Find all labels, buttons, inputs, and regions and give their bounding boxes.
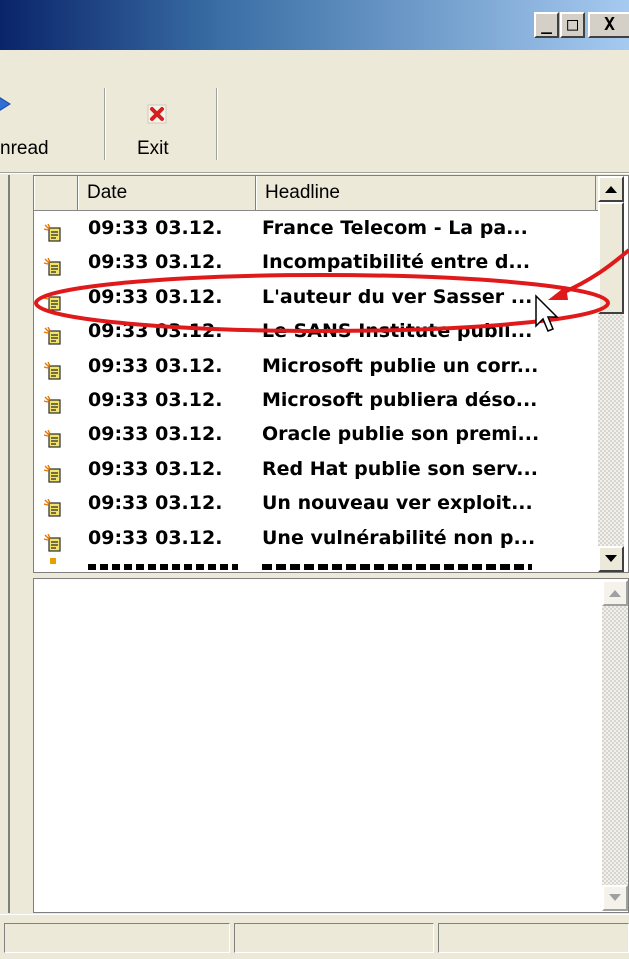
scroll-up-button[interactable] [598, 176, 624, 202]
status-panel-middle [234, 923, 434, 953]
row-headline: Red Hat publie son serv... [262, 458, 538, 480]
scroll-thumb[interactable] [598, 202, 624, 314]
news-item-icon [43, 529, 62, 552]
row-headline: Le SANS Institute publi... [262, 320, 533, 342]
red-x-icon[interactable] [147, 104, 167, 124]
list-item[interactable]: 09:33 03.12. Un nouveau ver exploit... [34, 486, 598, 520]
news-item-icon [43, 219, 62, 242]
list-item[interactable]: 09:33 03.12. Une vulnérabilité non p... [34, 521, 598, 555]
news-item-icon [43, 460, 62, 483]
news-item-icon [43, 253, 62, 276]
row-headline: Oracle publie son premi... [262, 423, 540, 445]
maximize-icon: □ [567, 14, 578, 35]
list-item[interactable]: 09:33 03.12. Microsoft publie un corr... [34, 349, 598, 383]
arrow-down-icon [605, 555, 617, 562]
list-item[interactable]: 09:33 03.12. Red Hat publie son serv... [34, 452, 598, 486]
arrow-down-icon [609, 894, 621, 901]
row-headline: Un nouveau ver exploit... [262, 492, 533, 514]
list-header: Date Headline [34, 176, 598, 211]
column-header-icon[interactable] [34, 176, 78, 210]
news-item-icon [43, 322, 62, 345]
news-item-icon [43, 357, 62, 380]
preview-scroll-up-button[interactable] [602, 580, 628, 606]
clipped-date-text [88, 564, 238, 570]
row-date: 09:33 03.12. [88, 527, 223, 549]
row-date: 09:33 03.12. [88, 458, 223, 480]
folder-pane-edge [0, 175, 10, 913]
list-item-clipped[interactable] [34, 556, 598, 572]
status-panel-main [4, 923, 230, 953]
scroll-down-button[interactable] [598, 546, 624, 572]
news-item-icon [44, 558, 62, 568]
row-date: 09:33 03.12. [88, 389, 223, 411]
row-date: 09:33 03.12. [88, 355, 223, 377]
news-item-icon [43, 494, 62, 517]
list-item[interactable]: 09:33 03.12. Le SANS Institute publi... [34, 314, 598, 348]
toolbar-separator [104, 88, 106, 160]
mark-unread-button[interactable]: nread [0, 138, 49, 160]
toolbar-divider [0, 172, 629, 174]
row-date: 09:33 03.12. [88, 492, 223, 514]
list-item[interactable]: 09:33 03.12. Microsoft publiera déso... [34, 383, 598, 417]
toolbar [0, 50, 629, 173]
list-item[interactable]: 09:33 03.12. France Telecom - La pa... [34, 211, 598, 245]
exit-button[interactable]: Exit [137, 138, 169, 160]
close-icon: X [604, 14, 615, 35]
preview-scroll-down-button[interactable] [602, 885, 628, 911]
minimize-button[interactable]: _ [534, 12, 559, 38]
row-date: 09:33 03.12. [88, 320, 223, 342]
status-panel-right [438, 923, 629, 953]
close-button[interactable]: X [588, 12, 629, 38]
maximize-button[interactable]: □ [560, 12, 585, 38]
clipped-headline-text [262, 564, 532, 570]
list-item[interactable]: 09:33 03.12. L'auteur du ver Sasser ... [34, 280, 598, 314]
row-headline: L'auteur du ver Sasser ... [262, 286, 533, 308]
row-headline: Une vulnérabilité non p... [262, 527, 536, 549]
column-header-date[interactable]: Date [78, 176, 256, 210]
row-date: 09:33 03.12. [88, 286, 223, 308]
row-headline: Microsoft publie un corr... [262, 355, 539, 377]
minimize-icon: _ [541, 14, 552, 35]
status-bar [0, 914, 629, 959]
article-preview-pane[interactable] [33, 578, 629, 913]
list-scrollbar[interactable] [598, 176, 624, 572]
news-item-icon [43, 425, 62, 448]
column-header-headline[interactable]: Headline [256, 176, 596, 210]
arrow-up-icon [609, 590, 621, 597]
news-item-icon [43, 391, 62, 414]
row-date: 09:33 03.12. [88, 423, 223, 445]
list-item[interactable]: 09:33 03.12. Incompatibilité entre d... [34, 245, 598, 279]
mark-unread-icon[interactable] [0, 90, 14, 118]
row-date: 09:33 03.12. [88, 251, 223, 273]
preview-scrollbar[interactable] [602, 580, 628, 911]
list-item[interactable]: 09:33 03.12. Oracle publie son premi... [34, 417, 598, 451]
row-headline: Incompatibilité entre d... [262, 251, 531, 273]
toolbar-separator [216, 88, 218, 160]
news-item-icon [43, 288, 62, 311]
arrow-up-icon [605, 186, 617, 193]
row-headline: Microsoft publiera déso... [262, 389, 538, 411]
row-headline: France Telecom - La pa... [262, 217, 528, 239]
row-date: 09:33 03.12. [88, 217, 223, 239]
